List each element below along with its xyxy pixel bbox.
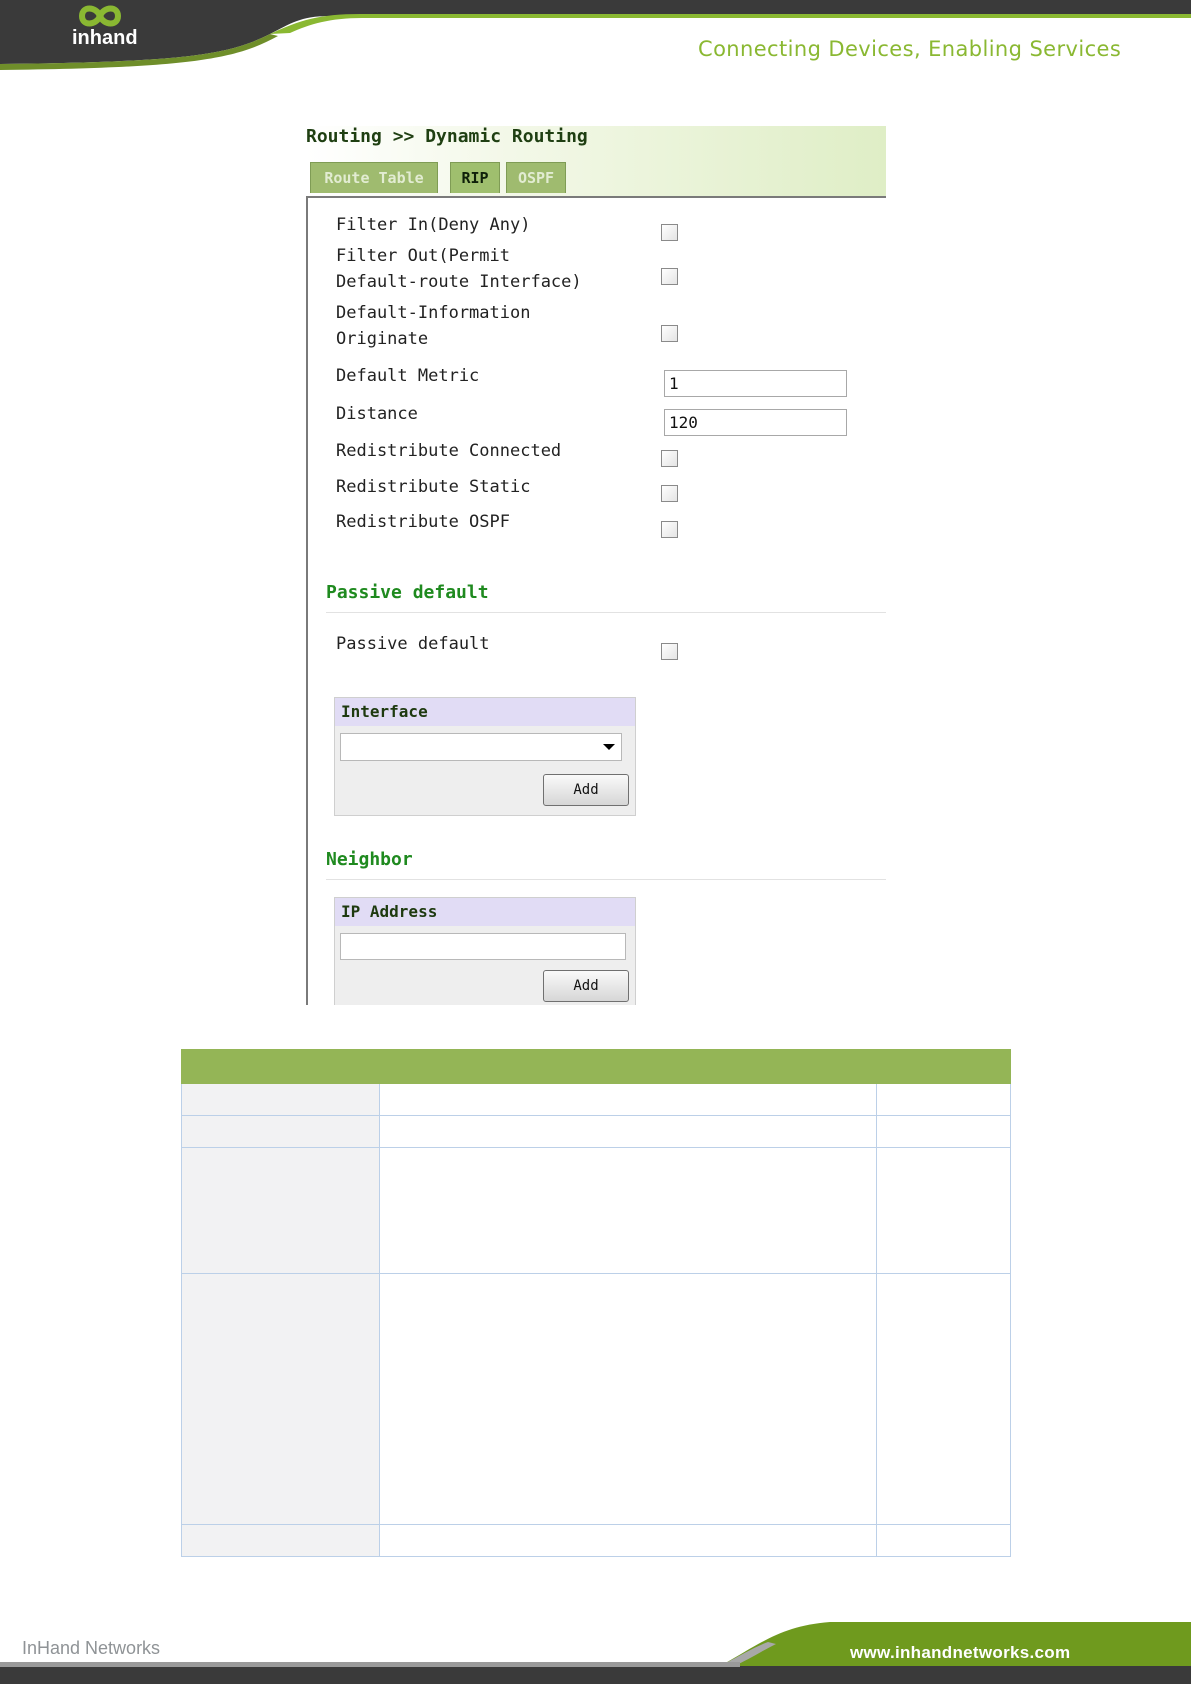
neighbor-section-title: Neighbor (326, 849, 413, 870)
table-header-cell (379, 1049, 877, 1084)
passive-default-checkbox[interactable] (661, 643, 678, 660)
passive-default-section-title: Passive default (326, 582, 489, 603)
redistribute-connected-label: Redistribute Connected (336, 441, 562, 461)
table-cell (181, 1115, 380, 1148)
table-cell (379, 1524, 877, 1557)
redistribute-static-label: Redistribute Static (336, 477, 531, 497)
tab-ospf[interactable]: OSPF (506, 162, 566, 193)
inhand-logo-icon (78, 5, 122, 27)
add-interface-button[interactable]: Add (543, 774, 629, 806)
filter-out-checkbox[interactable] (661, 268, 678, 285)
section-divider (326, 612, 886, 613)
tab-rip[interactable]: RIP (450, 162, 500, 193)
parameter-table (181, 1049, 1011, 1557)
ip-address-header: IP Address (335, 898, 635, 926)
footer-company: InHand Networks (22, 1638, 161, 1658)
table-cell (876, 1083, 1011, 1116)
default-information-label: Default-Information Originate (336, 303, 531, 349)
table-row (181, 1524, 1011, 1557)
interface-select[interactable] (340, 733, 622, 761)
table-row (181, 1273, 1011, 1525)
distance-input[interactable]: 120 (664, 409, 847, 436)
interface-panel: Interface Add (334, 697, 636, 816)
tagline: Connecting Devices, Enabling Services (698, 37, 1122, 61)
table-row (181, 1083, 1011, 1116)
chevron-down-icon (603, 744, 615, 750)
redistribute-ospf-checkbox[interactable] (661, 521, 678, 538)
filter-out-label: Filter Out(Permit Default-route Interfac… (336, 246, 582, 292)
page-header: inhand Connecting Devices, Enabling Serv… (0, 0, 1191, 75)
table-row (181, 1147, 1011, 1274)
table-cell (876, 1115, 1011, 1148)
router-config-screenshot: Routing >> Dynamic Routing Route Table R… (306, 126, 886, 1005)
redistribute-ospf-label: Redistribute OSPF (336, 512, 510, 532)
table-cell (379, 1115, 877, 1148)
footer-website-link[interactable]: www.inhandnetworks.com (850, 1643, 1070, 1663)
table-cell (379, 1147, 877, 1274)
interface-header: Interface (335, 698, 635, 726)
default-metric-input[interactable]: 1 (664, 370, 847, 397)
table-header-cell (181, 1049, 380, 1084)
logo-text: inhand (72, 27, 138, 49)
section-divider (326, 879, 886, 880)
table-cell (379, 1083, 877, 1116)
add-neighbor-button[interactable]: Add (543, 970, 629, 1002)
table-cell (876, 1524, 1011, 1557)
distance-label: Distance (336, 404, 418, 424)
ip-address-input[interactable] (340, 933, 626, 960)
tab-route-table[interactable]: Route Table (310, 162, 438, 193)
neighbor-panel: IP Address Add (334, 897, 636, 1005)
table-cell (181, 1273, 380, 1525)
rip-form: Filter In(Deny Any) Filter Out(Permit De… (306, 196, 886, 1005)
table-row (181, 1115, 1011, 1148)
redistribute-connected-checkbox[interactable] (661, 450, 678, 467)
redistribute-static-checkbox[interactable] (661, 485, 678, 502)
table-cell (181, 1524, 380, 1557)
table-cell (876, 1147, 1011, 1274)
table-cell (181, 1147, 380, 1274)
table-header-row (181, 1049, 1011, 1084)
table-cell (379, 1273, 877, 1525)
default-information-checkbox[interactable] (661, 325, 678, 342)
screen-header: Routing >> Dynamic Routing Route Table R… (306, 126, 886, 196)
filter-in-checkbox[interactable] (661, 224, 678, 241)
table-cell (876, 1273, 1011, 1525)
table-cell (181, 1083, 380, 1116)
breadcrumb: Routing >> Dynamic Routing (306, 126, 588, 147)
filter-in-label: Filter In(Deny Any) (336, 215, 531, 235)
table-header-cell (876, 1049, 1011, 1084)
passive-default-label: Passive default (336, 634, 490, 654)
default-metric-label: Default Metric (336, 366, 480, 386)
